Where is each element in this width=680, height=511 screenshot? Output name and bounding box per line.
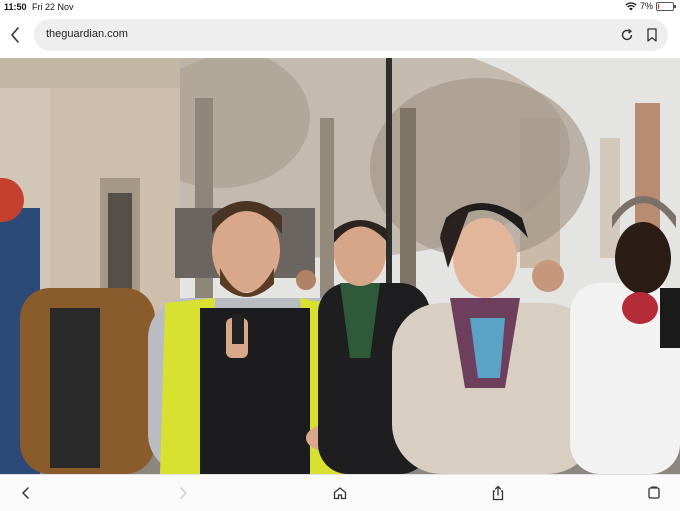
address-bar: theguardian.com — [0, 14, 680, 58]
url-text: theguardian.com — [46, 28, 128, 40]
forward-icon[interactable] — [175, 485, 191, 501]
bottom-toolbar — [0, 474, 680, 511]
status-time: 11:50 — [4, 2, 27, 12]
bookmark-icon[interactable] — [646, 28, 658, 42]
url-field[interactable]: theguardian.com — [34, 19, 668, 51]
battery-percentage: 7% — [639, 1, 653, 11]
article-photo — [0, 58, 680, 474]
status-bar: 11:50 Fri 22 Nov 7% — [0, 0, 680, 14]
wifi-icon — [625, 1, 637, 10]
share-icon[interactable] — [490, 485, 506, 501]
chevron-left-icon[interactable] — [8, 26, 22, 44]
reload-icon[interactable] — [620, 28, 634, 42]
photo-scene — [0, 58, 680, 474]
back-icon[interactable] — [18, 485, 34, 501]
tabs-icon[interactable] — [646, 485, 662, 501]
home-icon[interactable] — [332, 485, 348, 501]
battery-level-fill — [658, 3, 659, 9]
battery-icon — [656, 1, 676, 11]
status-date: Fri 22 Nov — [32, 2, 74, 12]
status-indicators: 7% — [625, 1, 676, 11]
